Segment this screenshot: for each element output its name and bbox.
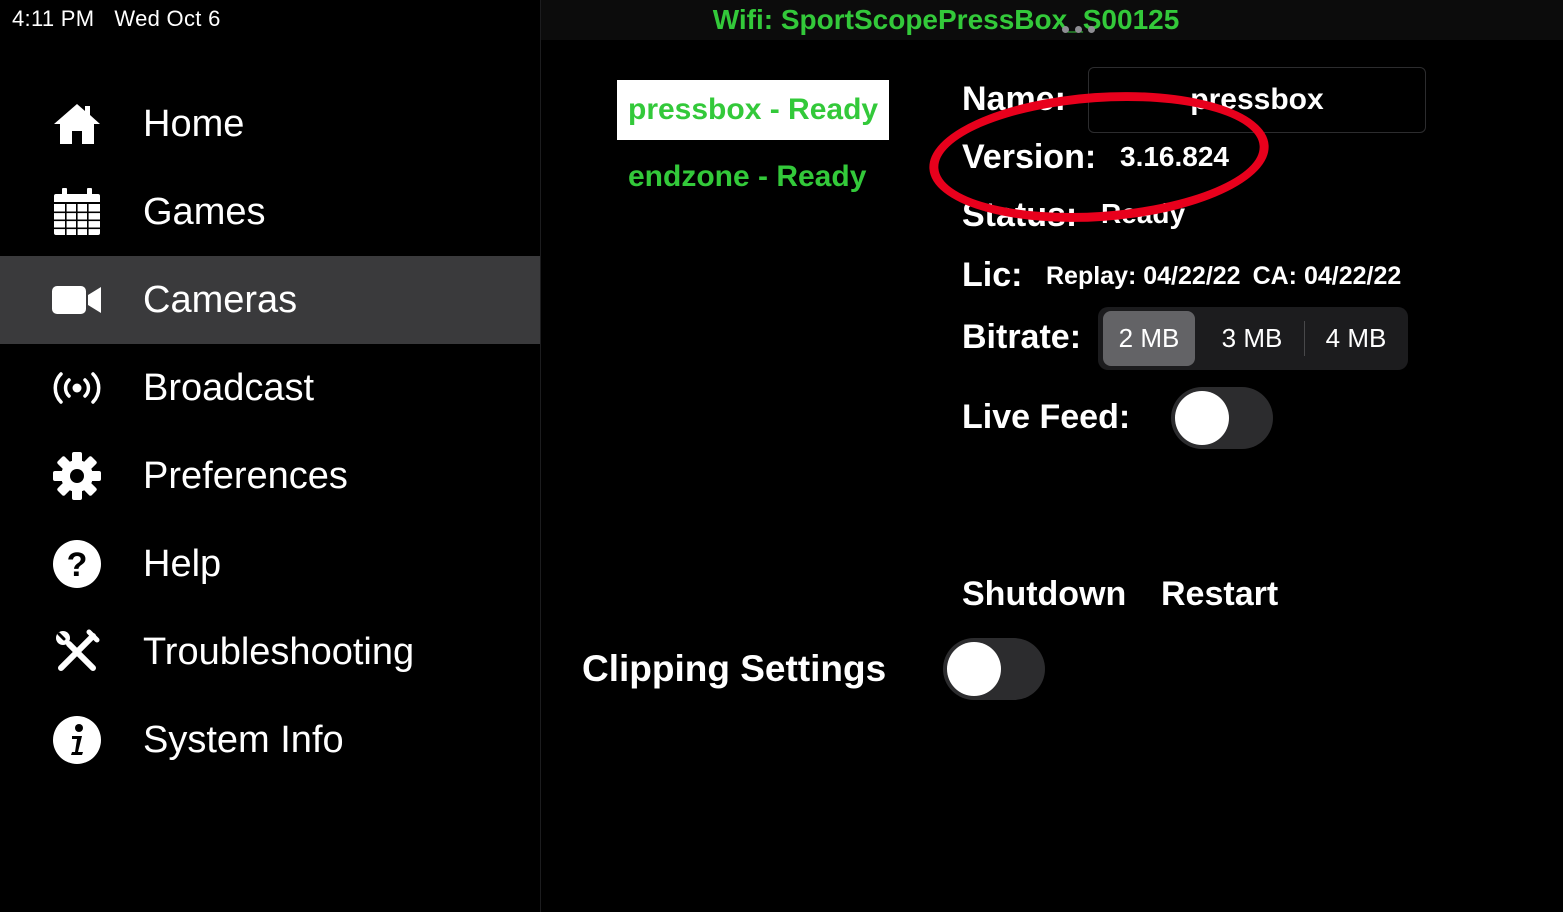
sidebar-item-cameras[interactable]: Cameras (0, 256, 540, 344)
clipping-settings-label: Clipping Settings (582, 648, 887, 689)
calendar-icon (52, 188, 102, 236)
live-feed-label: Live Feed: (962, 398, 1131, 436)
wifi-bar: Wifi: SportScopePressBox_S00125 (541, 0, 1563, 40)
bitrate-option-2mb[interactable]: 2 MB (1103, 311, 1195, 366)
toggle-knob (947, 642, 1001, 696)
home-icon (52, 100, 102, 148)
sidebar-item-system-info[interactable]: System Info (0, 696, 540, 784)
camera-item-pressbox[interactable]: pressbox - Ready (617, 80, 890, 140)
license-ca: CA: 04/22/22 (1252, 262, 1402, 290)
camera-name-field[interactable] (1088, 67, 1426, 133)
version-label: Version: (962, 138, 1097, 176)
status-date: Wed Oct 6 (114, 6, 221, 31)
status-bar-clock: 4:11 PM Wed Oct 6 (12, 6, 221, 32)
sidebar-item-home[interactable]: Home (0, 80, 540, 168)
sidebar-item-label: Cameras (143, 278, 298, 321)
sidebar-item-label: Broadcast (143, 366, 315, 409)
sidebar: 4:11 PM Wed Oct 6 Home Games Cameras Bro… (0, 0, 541, 912)
video-camera-icon (52, 276, 102, 324)
info-icon (52, 716, 102, 764)
sidebar-item-troubleshooting[interactable]: Troubleshooting (0, 608, 540, 696)
sidebar-item-help[interactable]: ? Help (0, 520, 540, 608)
license-replay: Replay: 04/22/22 (1046, 262, 1241, 290)
sidebar-item-label: Home (143, 102, 245, 145)
bitrate-label: Bitrate: (962, 318, 1082, 356)
status-label: Status: (962, 196, 1078, 234)
status-time: 4:11 PM (12, 6, 95, 31)
bitrate-option-3mb[interactable]: 3 MB (1201, 311, 1303, 366)
sidebar-item-games[interactable]: Games (0, 168, 540, 256)
multitasking-dots-icon[interactable] (1062, 20, 1101, 38)
sidebar-nav: Home Games Cameras Broadcast Preferences… (0, 80, 540, 784)
sidebar-item-preferences[interactable]: Preferences (0, 432, 540, 520)
license-label: Lic: (962, 256, 1023, 294)
sidebar-item-broadcast[interactable]: Broadcast (0, 344, 540, 432)
gear-icon (52, 452, 102, 500)
license-dates: Replay: 04/22/22 CA: 04/22/22 (1046, 262, 1401, 291)
tools-icon (52, 628, 102, 676)
shutdown-button[interactable]: Shutdown (962, 575, 1126, 614)
sidebar-item-label: Preferences (143, 454, 348, 497)
sidebar-item-label: Help (143, 542, 222, 585)
svg-text:?: ? (67, 546, 88, 584)
name-label: Name: (962, 80, 1066, 118)
bitrate-segmented-control: 2 MB 3 MB 4 MB (1098, 307, 1408, 370)
camera-detail-pane: Wifi: SportScopePressBox_S00125 pressbox… (541, 0, 1563, 912)
toggle-knob (1175, 391, 1229, 445)
sidebar-item-label: System Info (143, 718, 344, 761)
status-value: Ready (1101, 198, 1186, 229)
camera-item-endzone[interactable]: endzone - Ready (617, 147, 877, 207)
clipping-settings-toggle[interactable] (943, 638, 1045, 700)
version-value: 3.16.824 (1120, 141, 1229, 172)
restart-button[interactable]: Restart (1161, 575, 1278, 614)
bitrate-option-4mb[interactable]: 4 MB (1305, 311, 1407, 366)
wifi-status: Wifi: SportScopePressBox_S00125 (712, 4, 1180, 35)
question-icon: ? (52, 540, 102, 588)
sidebar-item-label: Games (143, 190, 266, 233)
live-feed-toggle[interactable] (1171, 387, 1273, 449)
sidebar-item-label: Troubleshooting (143, 630, 415, 673)
broadcast-icon (52, 364, 102, 412)
